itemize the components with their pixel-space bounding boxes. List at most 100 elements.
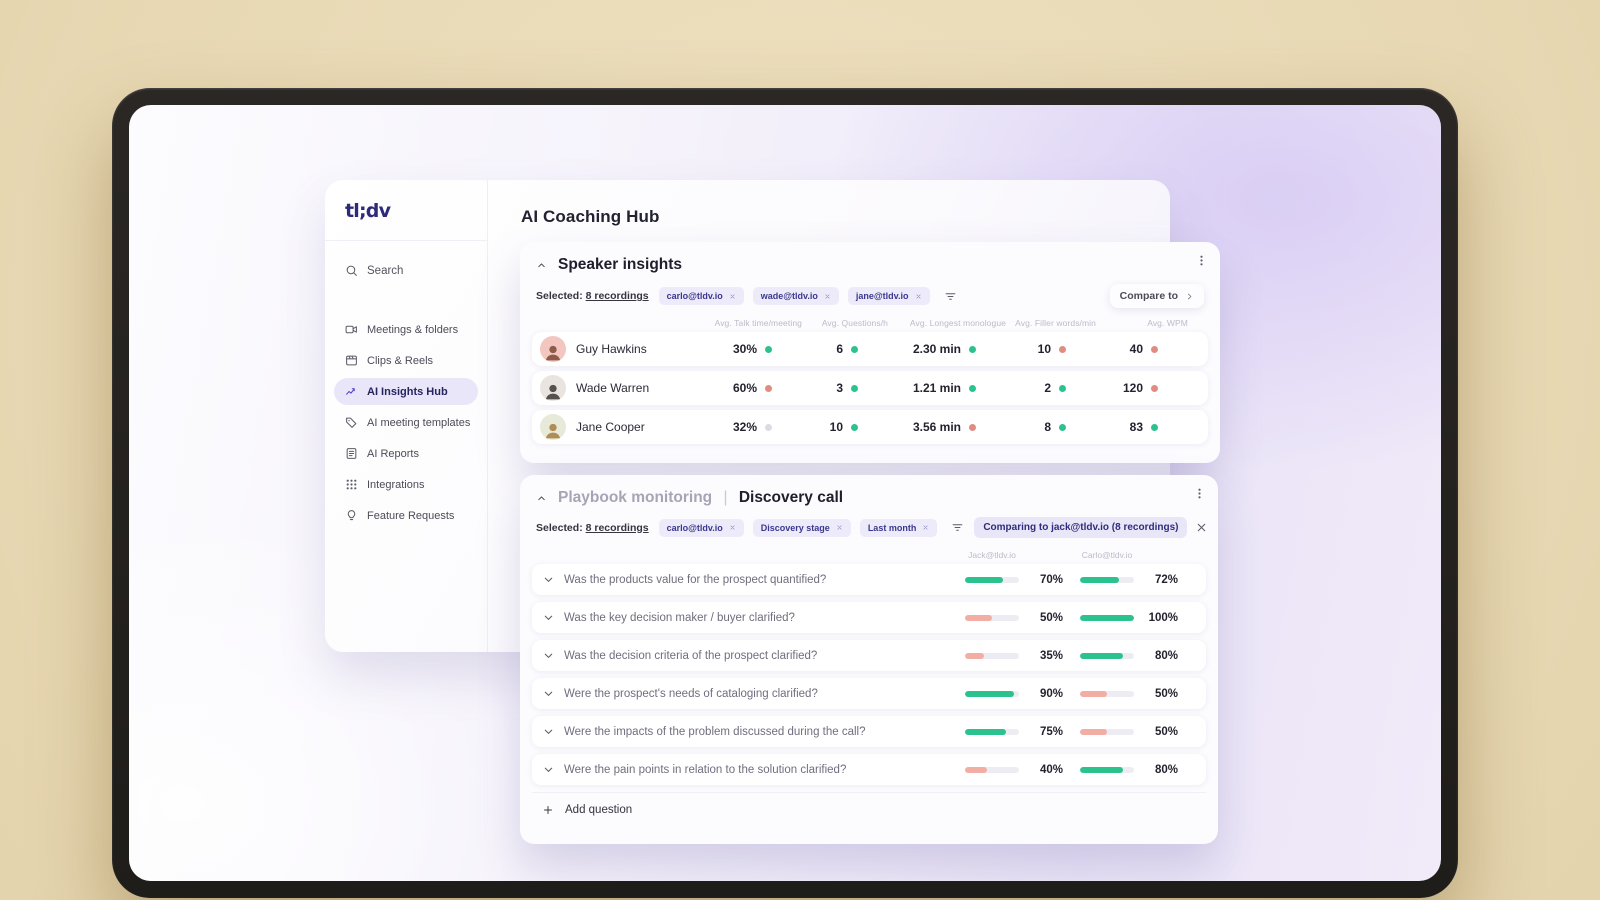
filter-chip-label: jane@tldv.io (855, 291, 909, 301)
recordings-count-link[interactable]: 8 recordings (586, 290, 649, 302)
search-button[interactable]: Search (345, 264, 403, 277)
metric-value: 30% (732, 342, 757, 356)
avatar (540, 375, 566, 401)
sidebar-item-feature-requests[interactable]: Feature Requests (334, 502, 478, 529)
progress-bar (1080, 728, 1134, 735)
column-header-label: Jack@tldv.io (968, 550, 1016, 560)
chevron-down-icon[interactable] (542, 725, 555, 738)
status-dot (851, 423, 858, 431)
question-row[interactable]: Was the key decision maker / buyer clari… (532, 602, 1206, 633)
metric-cell: 83 (1066, 420, 1158, 434)
filter-chip[interactable]: Last month (859, 518, 938, 537)
metric-value: 120 (1122, 381, 1143, 395)
score-group: 80% (1080, 764, 1192, 776)
question-row[interactable]: Was the decision criteria of the prospec… (532, 640, 1206, 671)
filter-chip[interactable]: carlo@tldv.io (658, 518, 744, 537)
filter-chip[interactable]: carlo@tldv.io (658, 287, 744, 305)
chevron-down-icon[interactable] (542, 649, 555, 662)
filter-chip-label: wade@tldv.io (760, 291, 818, 301)
metric-cell: 60% (680, 381, 772, 395)
question-row[interactable]: Were the prospect's needs of cataloging … (532, 678, 1206, 709)
chevron-down-icon[interactable] (542, 611, 555, 624)
progress-fill (1080, 652, 1124, 659)
speaker-name: Wade Warren (576, 381, 650, 395)
table-row[interactable]: Wade Warren 60% 3 1.21 min 2 120 (532, 371, 1208, 405)
close-icon[interactable] (729, 524, 736, 531)
status-dot (765, 384, 772, 392)
table-row[interactable]: Guy Hawkins 30% 6 2.30 min 10 40 (532, 332, 1208, 366)
score-group: 72% (1080, 574, 1192, 586)
sidebar-item-ai-insights-hub[interactable]: AI Insights Hub (334, 378, 478, 405)
sidebar-item-meetings-folders[interactable]: Meetings & folders (334, 316, 478, 343)
add-question-button[interactable]: Add question (532, 792, 1206, 827)
recordings-count-link[interactable]: 8 recordings (586, 522, 649, 534)
metric-cell: 40 (1066, 342, 1158, 356)
metric-value: 2.30 min (912, 342, 961, 356)
close-icon[interactable] (915, 293, 922, 300)
progress-fill (965, 614, 992, 621)
progress-bar (1080, 690, 1134, 697)
sidebar-item-integrations[interactable]: Integrations (334, 471, 478, 498)
question-row[interactable]: Were the pain points in relation to the … (532, 754, 1206, 785)
progress-fill (1080, 690, 1107, 697)
close-icon[interactable] (1195, 521, 1208, 534)
report-icon (345, 447, 358, 460)
question-row[interactable]: Were the impacts of the problem discusse… (532, 716, 1206, 747)
status-dot (765, 345, 772, 353)
sidebar-item-ai-reports[interactable]: AI Reports (334, 440, 478, 467)
filter-chip-label: carlo@tldv.io (666, 522, 723, 533)
close-icon[interactable] (824, 293, 831, 300)
progress-bar (1080, 652, 1134, 659)
filter-chip[interactable]: jane@tldv.io (847, 287, 930, 305)
score-percent: 35% (1039, 649, 1063, 662)
table-row[interactable]: Jane Cooper 32% 10 3.56 min 8 83 (532, 410, 1208, 444)
collapse-chevron-up-icon[interactable] (536, 493, 547, 504)
question-text: Was the key decision maker / buyer clari… (564, 611, 795, 624)
chevron-down-icon[interactable] (542, 687, 555, 700)
score-percent: 90% (1039, 687, 1063, 700)
kebab-menu-icon[interactable] (1195, 254, 1208, 267)
score-percent: 40% (1039, 763, 1063, 776)
progress-bar (965, 766, 1019, 773)
score-percent: 100% (1148, 611, 1178, 624)
progress-fill (965, 652, 984, 659)
collapse-chevron-up-icon[interactable] (536, 260, 547, 271)
progress-fill (965, 766, 987, 773)
metric-value: 3.56 min (912, 420, 961, 434)
metric-cell: 32% (680, 420, 772, 434)
question-row[interactable]: Was the products value for the prospect … (532, 564, 1206, 595)
score-percent: 50% (1154, 687, 1178, 700)
metric-value: 40 (1129, 342, 1143, 356)
progress-bar (965, 614, 1019, 621)
status-dot (1151, 384, 1158, 392)
close-icon[interactable] (922, 524, 929, 531)
filter-icon[interactable] (944, 290, 957, 303)
metric-cell: 2.30 min (858, 342, 976, 356)
metric-cell: 120 (1066, 381, 1158, 395)
score-percent: 70% (1039, 573, 1063, 586)
status-dot (969, 384, 976, 392)
filter-chip-label: carlo@tldv.io (666, 291, 723, 301)
selected-recordings: Selected: 8 recordings (536, 290, 649, 302)
chevron-down-icon[interactable] (542, 573, 555, 586)
column-header: Carlo@tldv.io (1080, 550, 1192, 560)
compare-to-button[interactable]: Compare to (1109, 284, 1204, 308)
status-dot (851, 345, 858, 353)
sidebar-item-clips-reels[interactable]: Clips & Reels (334, 347, 478, 374)
trend-chart-icon (345, 385, 358, 398)
sidebar-item-label: AI Insights Hub (367, 385, 448, 398)
close-icon[interactable] (836, 524, 843, 531)
chevron-down-icon[interactable] (542, 763, 555, 776)
filter-chip[interactable]: Discovery stage (752, 518, 851, 537)
close-icon[interactable] (729, 293, 736, 300)
tldv-logo: tl;dv (345, 200, 391, 222)
filter-chip[interactable]: wade@tldv.io (752, 287, 839, 305)
progress-bar (1080, 766, 1134, 773)
sidebar-item-ai-meeting-templates[interactable]: AI meeting templates (334, 409, 478, 436)
kebab-menu-icon[interactable] (1193, 487, 1206, 500)
speaker-name: Guy Hawkins (576, 342, 647, 356)
speaker-name: Jane Cooper (576, 420, 645, 434)
filter-icon[interactable] (951, 521, 964, 534)
search-label: Search (367, 264, 404, 277)
question-text: Were the impacts of the problem discusse… (564, 725, 866, 738)
